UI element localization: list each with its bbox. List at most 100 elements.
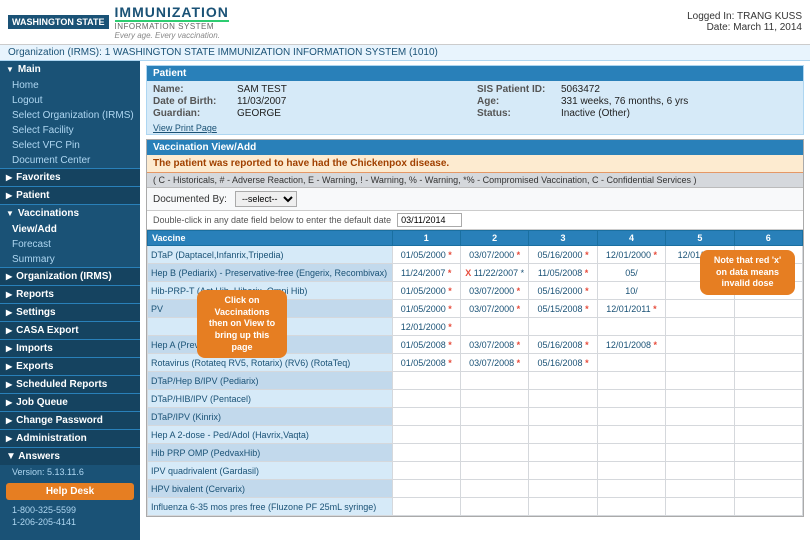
sidebar-item-document-center[interactable]: Document Center [0,153,140,168]
sidebar-header-patient[interactable]: ▶ Patient [0,187,140,204]
date-cell[interactable] [734,282,802,300]
date-cell[interactable] [666,354,734,372]
date-cell[interactable]: 03/07/2000 * [460,282,528,300]
date-cell[interactable] [597,480,665,498]
date-cell[interactable] [734,480,802,498]
sidebar-header-scheduled-reports[interactable]: ▶ Scheduled Reports [0,376,140,393]
date-cell[interactable]: 05/ [597,264,665,282]
date-cell[interactable] [597,462,665,480]
date-cell[interactable] [666,426,734,444]
date-cell[interactable]: 03/07/2008 * [460,354,528,372]
date-cell[interactable] [460,390,528,408]
date-cell[interactable]: 03/07/2008 * [460,336,528,354]
date-cell[interactable] [666,318,734,336]
help-desk-button[interactable]: Help Desk [6,483,134,500]
date-cell[interactable]: 05/16/2008 * [529,354,597,372]
date-cell[interactable] [666,282,734,300]
date-cell[interactable] [460,372,528,390]
date-cell[interactable] [666,336,734,354]
date-cell[interactable] [529,318,597,336]
date-cell[interactable] [734,408,802,426]
date-cell[interactable] [734,300,802,318]
date-cell[interactable]: 03/07/2000 * [460,246,528,264]
date-cell[interactable] [597,354,665,372]
date-cell[interactable] [734,390,802,408]
date-cell[interactable] [597,444,665,462]
date-cell[interactable] [460,498,528,516]
sidebar-item-select-vfc[interactable]: Select VFC Pin [0,138,140,153]
sidebar-header-exports[interactable]: ▶ Exports [0,358,140,375]
date-cell[interactable] [666,444,734,462]
date-cell[interactable] [392,480,460,498]
date-cell[interactable] [734,246,802,264]
date-cell[interactable]: 03/07/2000 * [460,300,528,318]
default-date-input[interactable] [397,213,462,227]
date-cell[interactable] [666,390,734,408]
date-cell[interactable] [734,264,802,282]
date-cell[interactable] [529,408,597,426]
sidebar-item-viewadd[interactable]: View/Add [0,222,140,237]
sidebar-item-summary[interactable]: Summary [0,252,140,267]
sidebar-answers-header[interactable]: ▼ Answers [0,448,140,465]
date-cell[interactable]: 11/24/2007 * [392,264,460,282]
date-cell[interactable] [597,498,665,516]
date-cell[interactable]: 01/05/2000 * [392,246,460,264]
date-cell[interactable] [529,372,597,390]
sidebar-item-select-org[interactable]: Select Organization (IRMS) [0,108,140,123]
sidebar-item-select-facility[interactable]: Select Facility [0,123,140,138]
date-cell[interactable] [392,498,460,516]
sidebar-header-settings[interactable]: ▶ Settings [0,304,140,321]
date-cell[interactable] [734,444,802,462]
date-cell[interactable] [597,318,665,336]
date-cell[interactable]: 05/15/2008 * [529,300,597,318]
date-cell[interactable] [666,498,734,516]
date-cell[interactable]: 01/05/2008 * [392,354,460,372]
sidebar-header-favorites[interactable]: ▶ Favorites [0,169,140,186]
date-cell[interactable]: 01/05/2008 * [392,336,460,354]
date-cell[interactable]: 05/16/2008 * [529,336,597,354]
date-cell[interactable]: 12/01/2000 * [392,318,460,336]
date-cell[interactable] [597,372,665,390]
date-cell[interactable] [734,318,802,336]
sidebar-header-main[interactable]: ▼ Main [0,61,140,78]
date-cell[interactable]: 12/01/2011 [666,246,734,264]
date-cell[interactable] [529,390,597,408]
date-cell[interactable] [460,444,528,462]
documented-by-select[interactable]: --select-- [235,191,297,207]
sidebar-header-job-queue[interactable]: ▶ Job Queue [0,394,140,411]
date-cell[interactable] [392,444,460,462]
date-cell[interactable] [460,318,528,336]
date-cell[interactable]: 05/16/2000 * [529,282,597,300]
sidebar-header-casa[interactable]: ▶ CASA Export [0,322,140,339]
date-cell[interactable] [734,372,802,390]
date-cell[interactable] [734,462,802,480]
date-cell[interactable] [734,336,802,354]
view-print-link[interactable]: View Print Page [147,122,803,134]
date-cell[interactable] [666,480,734,498]
date-cell[interactable] [666,264,734,282]
date-cell[interactable] [597,390,665,408]
date-cell[interactable] [392,408,460,426]
date-cell[interactable] [392,462,460,480]
date-cell[interactable] [529,480,597,498]
date-cell[interactable] [734,354,802,372]
sidebar-item-forecast[interactable]: Forecast [0,237,140,252]
date-cell[interactable]: 01/05/2000 * [392,282,460,300]
date-cell[interactable]: 12/01/2000 * [597,246,665,264]
sidebar-header-org[interactable]: ▶ Organization (IRMS) [0,268,140,285]
date-cell[interactable]: 12/01/2008 * [597,336,665,354]
date-cell[interactable] [666,408,734,426]
sidebar-header-change-password[interactable]: ▶ Change Password [0,412,140,429]
date-cell[interactable] [529,462,597,480]
date-cell[interactable]: 10/ [597,282,665,300]
date-cell[interactable] [529,426,597,444]
date-cell[interactable] [392,372,460,390]
date-cell[interactable]: 05/16/2000 * [529,246,597,264]
date-cell[interactable] [392,390,460,408]
date-cell[interactable] [529,444,597,462]
date-cell[interactable] [666,462,734,480]
date-cell[interactable]: X 11/22/2007 * [460,264,528,282]
date-cell[interactable] [597,426,665,444]
date-cell[interactable]: 01/05/2000 * [392,300,460,318]
sidebar-header-imports[interactable]: ▶ Imports [0,340,140,357]
